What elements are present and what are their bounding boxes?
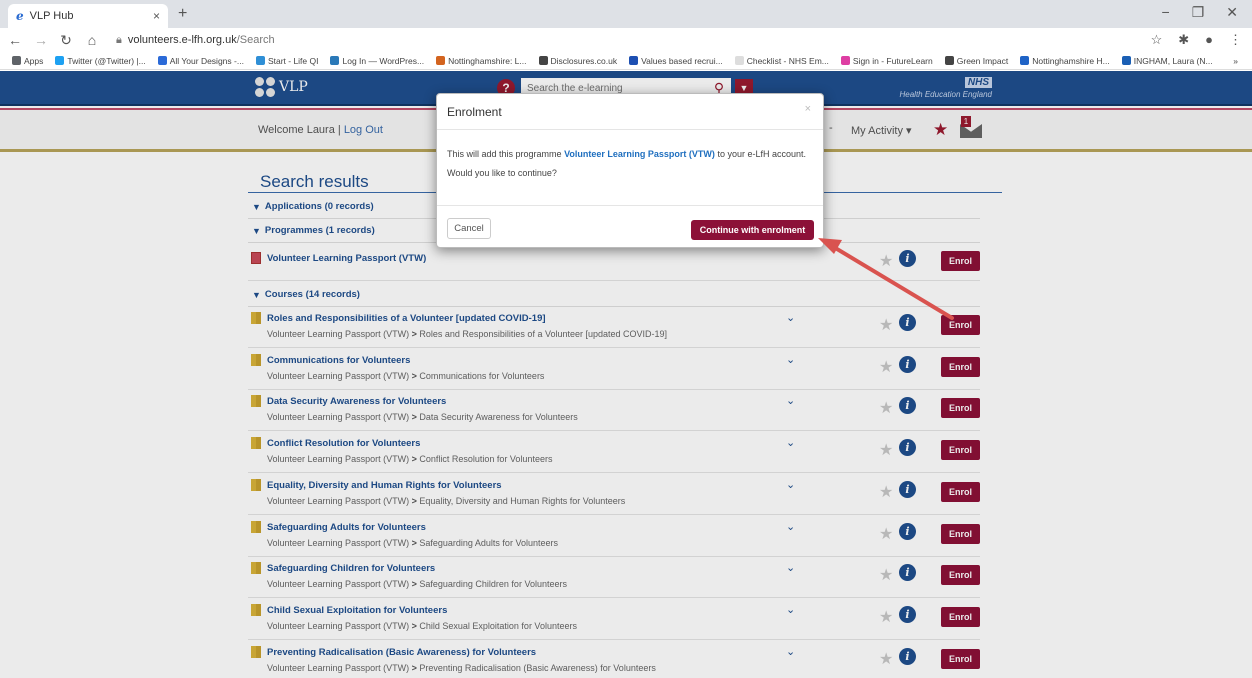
bookmark-item[interactable]: Green Impact [944,56,1008,66]
bookmark-favicon-icon [944,56,954,65]
modal-close-icon[interactable]: × [805,103,811,115]
tab-close-icon[interactable]: × [153,9,160,23]
bookmark-favicon-icon [1020,56,1030,65]
bookmark-item[interactable]: Log In — WordPres... [330,56,424,66]
modal-message: This will add this programme Volunteer L… [447,149,806,159]
window-controls: − ❐ ✕ [1162,4,1238,21]
bookmark-favicon-icon [734,56,744,65]
enrolment-modal: Enrolment × This will add this programme… [436,93,824,248]
bookmark-favicon-icon [330,56,340,65]
address-bar[interactable]: 🔒︎ volunteers.e-lfh.org.uk/Search [116,34,275,47]
bookmarks-more-icon[interactable]: » [1233,56,1238,66]
bookmark-item[interactable]: Nottinghamshire H... [1020,56,1110,66]
bookmark-favicon-icon [55,56,65,65]
bookmark-item[interactable]: Checklist - NHS Em... [734,56,829,66]
cancel-button[interactable]: Cancel [447,218,491,239]
bookmark-favicon-icon [157,56,167,65]
bookmarks-bar: Apps Twitter (@Twitter) |... All Your Desi… [0,52,1252,70]
modal-question: Would you like to continue? [447,168,557,178]
extensions-icon[interactable]: ✱ [1178,32,1189,48]
forward-icon[interactable]: → [34,32,48,48]
ie-icon: e [16,9,24,23]
bookmark-favicon-icon [1121,56,1131,65]
lock-icon: 🔒︎ [116,33,122,46]
browser-tab[interactable]: e VLP Hub × [8,4,168,28]
bookmark-item[interactable]: Apps [12,56,43,66]
bookmark-item[interactable]: INGHAM, Laura (N... [1121,56,1213,66]
home-icon[interactable]: ⌂ [86,32,98,48]
bookmark-favicon-icon [255,56,265,65]
modal-programme-name: Volunteer Learning Passport (VTW) [564,149,715,159]
url-domain: volunteers.e-lfh.org.uk [127,33,237,46]
bookmark-item[interactable]: Values based recrui... [629,56,723,66]
tab-title: VLP Hub [29,10,74,22]
bookmark-favicon-icon [436,56,446,65]
bookmark-item[interactable]: Start - Life QI [255,56,318,66]
new-tab-icon[interactable]: + [178,5,187,23]
bookmark-item[interactable]: Sign in - FutureLearn [840,56,933,66]
modal-header: Enrolment × [437,94,823,130]
toolbar-right: ☆ ✱ ● ⋮ [1151,32,1242,48]
profile-icon[interactable]: ● [1205,32,1213,48]
restore-icon[interactable]: ❐ [1192,4,1205,21]
bookmark-favicon-icon [538,56,548,65]
bookmark-favicon-icon [629,56,639,65]
bookmark-item[interactable]: All Your Designs -... [157,56,244,66]
reload-icon[interactable]: ↻ [60,32,72,49]
bookmark-item[interactable]: Twitter (@Twitter) |... [55,56,146,66]
bookmark-item[interactable]: Nottinghamshire: L... [436,56,527,66]
bookmark-star-icon[interactable]: ☆ [1151,32,1163,48]
minimize-icon[interactable]: − [1162,4,1170,21]
back-icon[interactable]: ← [8,32,22,48]
modal-body: This will add this programme Volunteer L… [447,149,807,179]
browser-toolbar: ← → ↻ ⌂ 🔒︎ volunteers.e-lfh.org.uk/Search… [0,28,1252,52]
menu-icon[interactable]: ⋮ [1229,32,1242,48]
url-path: /Search [236,33,275,46]
apps-grid-icon [12,56,21,65]
window-close-icon[interactable]: ✕ [1226,4,1238,21]
bookmark-favicon-icon [840,56,850,65]
browser-tabstrip: e VLP Hub × + − ❐ ✕ [0,0,1252,28]
continue-with-enrolment-button[interactable]: Continue with enrolment [691,220,814,240]
modal-title: Enrolment [447,105,502,119]
bookmark-item[interactable]: Disclosures.co.uk [538,56,617,66]
